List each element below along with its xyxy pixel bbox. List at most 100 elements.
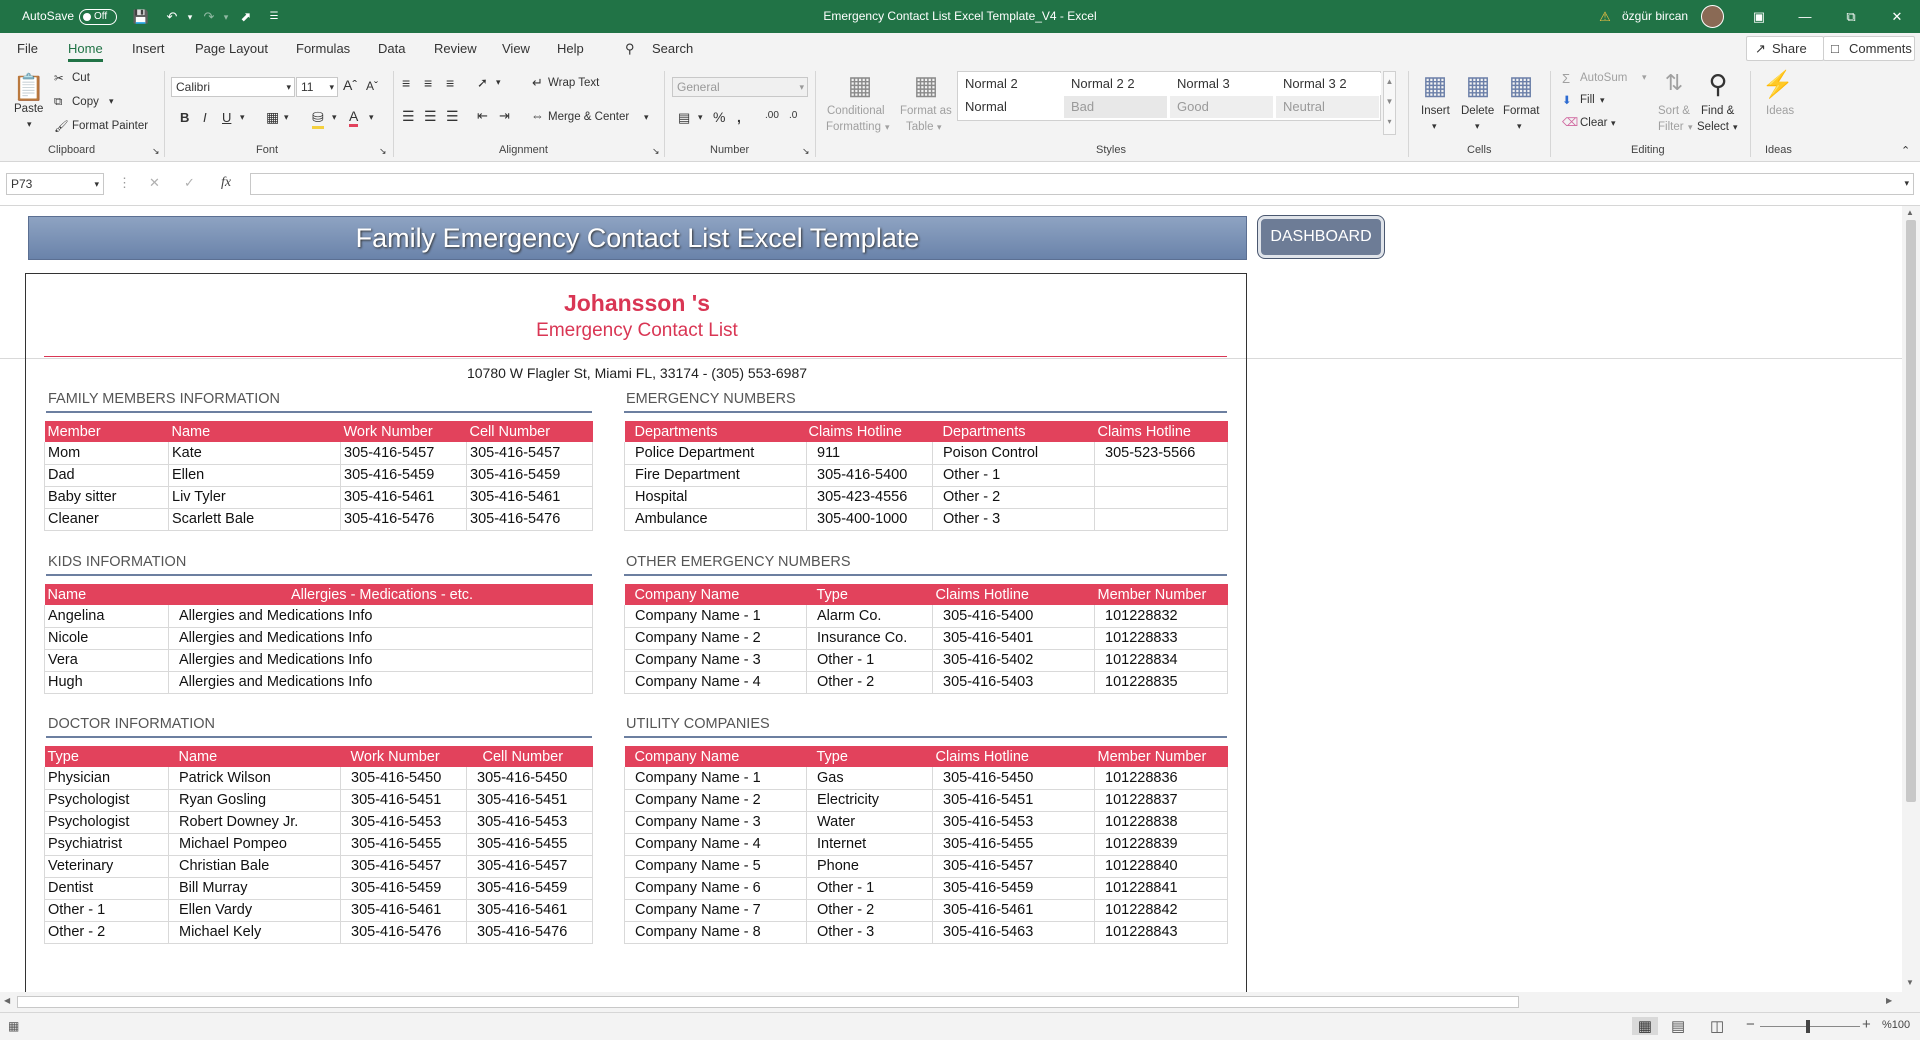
table-cell[interactable] [1094, 508, 1228, 531]
table-cell[interactable]: Hospital [624, 486, 807, 509]
conditional-formatting-icon[interactable]: ▦ [843, 70, 877, 104]
horizontal-scrollbar[interactable]: ◀ ▶ [0, 992, 1920, 1012]
table-cell[interactable]: Psychiatrist [44, 833, 169, 856]
decrease-indent-icon[interactable]: ⇤ [477, 108, 488, 124]
zoom-slider-thumb[interactable] [1806, 1020, 1810, 1033]
format-cells-button[interactable]: Format [1503, 105, 1539, 117]
font-name-select[interactable]: Calibri ▾ [171, 77, 295, 97]
table-cell[interactable]: 305-416-5461 [340, 899, 467, 922]
table-cell[interactable]: Company Name - 5 [624, 855, 807, 878]
table-cell[interactable]: 305-416-5400 [932, 605, 1095, 628]
table-cell[interactable]: Company Name - 1 [624, 767, 807, 790]
table-cell[interactable]: 101228842 [1094, 899, 1228, 922]
tab-insert[interactable]: Insert [132, 33, 165, 65]
table-cell[interactable]: 305-416-5461 [466, 899, 593, 922]
align-top-icon[interactable]: ≡ [402, 75, 410, 91]
macro-record-icon[interactable]: ▦ [8, 1019, 19, 1033]
table-cell[interactable]: 305-416-5455 [932, 833, 1095, 856]
tab-home[interactable]: Home [68, 33, 103, 65]
minimize-icon[interactable]: — [1795, 7, 1815, 27]
tab-data[interactable]: Data [378, 33, 405, 65]
table-cell[interactable]: Patrick Wilson [168, 767, 341, 790]
clipboard-launcher-icon[interactable]: ↘ [152, 146, 160, 157]
table-cell[interactable]: Electricity [806, 789, 933, 812]
table-cell[interactable]: 101228840 [1094, 855, 1228, 878]
table-cell[interactable]: 305-416-5459 [340, 464, 467, 487]
table-cell[interactable]: Police Department [624, 442, 807, 465]
table-cell[interactable]: Other - 1 [806, 877, 933, 900]
table-cell[interactable]: 305-416-5476 [466, 508, 593, 531]
table-cell[interactable]: Poison Control [932, 442, 1095, 465]
table-cell[interactable]: 101228833 [1094, 627, 1228, 650]
table-cell[interactable]: Other - 2 [44, 921, 169, 944]
table-cell[interactable]: 101228835 [1094, 671, 1228, 694]
ribbon-display-icon[interactable]: ▣ [1749, 7, 1769, 27]
sort-filter-icon[interactable]: ⇅ [1657, 70, 1691, 104]
table-cell[interactable]: Other - 1 [44, 899, 169, 922]
table-cell[interactable]: 305-416-5459 [466, 464, 593, 487]
table-cell[interactable]: 305-416-5461 [340, 486, 467, 509]
table-cell[interactable]: 305-416-5455 [466, 833, 593, 856]
conditional-formatting-button-line2[interactable]: Formatting [826, 121, 881, 133]
table-cell[interactable]: Psychologist [44, 789, 169, 812]
table-cell[interactable]: 305-416-5455 [340, 833, 467, 856]
table-cell[interactable]: Company Name - 8 [624, 921, 807, 944]
format-as-table-button[interactable]: Format as [900, 105, 952, 117]
table-cell[interactable]: Mom [44, 442, 169, 465]
font-color-dropdown-icon[interactable]: ▾ [369, 112, 374, 123]
find-select-button[interactable]: Find & [1701, 105, 1734, 117]
ideas-button[interactable]: Ideas [1766, 105, 1794, 117]
formula-input[interactable]: ▾ [250, 173, 1914, 195]
collapse-ribbon-icon[interactable]: ⌃ [1901, 144, 1910, 157]
table-cell[interactable]: 305-416-5453 [340, 811, 467, 834]
paste-dropdown-icon[interactable]: ▾ [27, 119, 32, 130]
conditional-formatting-button[interactable]: Conditional [827, 105, 885, 117]
scroll-down-icon[interactable]: ▼ [1906, 978, 1914, 987]
merge-center-icon[interactable]: ⇔ [531, 108, 544, 123]
table-cell[interactable]: Company Name - 2 [624, 789, 807, 812]
avatar[interactable] [1701, 5, 1724, 28]
find-select-icon[interactable]: ⚲ [1701, 69, 1735, 103]
table-cell[interactable]: 101228832 [1094, 605, 1228, 628]
table-cell[interactable]: 305-416-5476 [340, 921, 467, 944]
autosum-button[interactable]: AutoSum [1580, 72, 1627, 84]
table-cell[interactable]: 305-416-5459 [466, 877, 593, 900]
table-cell[interactable]: 101228843 [1094, 921, 1228, 944]
sort-filter-button-line2[interactable]: Filter [1658, 121, 1684, 133]
align-right-icon[interactable]: ☰ [446, 108, 459, 125]
copy-button[interactable]: Copy [72, 96, 99, 108]
ideas-icon[interactable]: ⚡ [1761, 69, 1795, 103]
table-cell[interactable]: Liv Tyler [168, 486, 341, 509]
paste-button[interactable]: Paste [14, 103, 43, 115]
table-cell[interactable]: Other - 2 [932, 486, 1095, 509]
table-cell[interactable]: Water [806, 811, 933, 834]
cancel-icon[interactable]: ✕ [149, 175, 160, 191]
table-cell[interactable]: Alarm Co. [806, 605, 933, 628]
table-cell[interactable]: 305-416-5401 [932, 627, 1095, 650]
table-cell[interactable]: 305-416-5450 [340, 767, 467, 790]
currency-dropdown-icon[interactable]: ▾ [698, 112, 703, 123]
wrap-text-button[interactable]: Wrap Text [548, 77, 599, 89]
table-cell[interactable]: 101228837 [1094, 789, 1228, 812]
user-name[interactable]: özgür bircan [1622, 0, 1688, 33]
format-cells-icon[interactable]: ▦ [1504, 70, 1538, 104]
increase-decimal-icon[interactable]: .00 [765, 110, 779, 121]
alignment-launcher-icon[interactable]: ↘ [652, 146, 660, 157]
table-cell[interactable]: Company Name - 2 [624, 627, 807, 650]
table-cell[interactable]: Ellen [168, 464, 341, 487]
format-as-table-icon[interactable]: ▦ [909, 70, 943, 104]
copy-dropdown-icon[interactable]: ▾ [109, 96, 114, 107]
table-cell[interactable]: Vera [44, 649, 169, 672]
table-cell[interactable]: Other - 2 [806, 899, 933, 922]
currency-icon[interactable]: ▤ [678, 110, 690, 126]
table-cell[interactable]: 305-416-5461 [932, 899, 1095, 922]
table-cell[interactable]: Fire Department [624, 464, 807, 487]
table-cell[interactable]: Company Name - 4 [624, 833, 807, 856]
table-cell[interactable]: Hugh [44, 671, 169, 694]
table-cell[interactable]: 305-416-5451 [932, 789, 1095, 812]
table-cell[interactable] [1094, 486, 1228, 509]
tab-review[interactable]: Review [434, 33, 477, 65]
table-cell[interactable] [1094, 464, 1228, 487]
table-cell[interactable]: 305-416-5450 [932, 767, 1095, 790]
zoom-out-icon[interactable]: − [1746, 1016, 1755, 1033]
